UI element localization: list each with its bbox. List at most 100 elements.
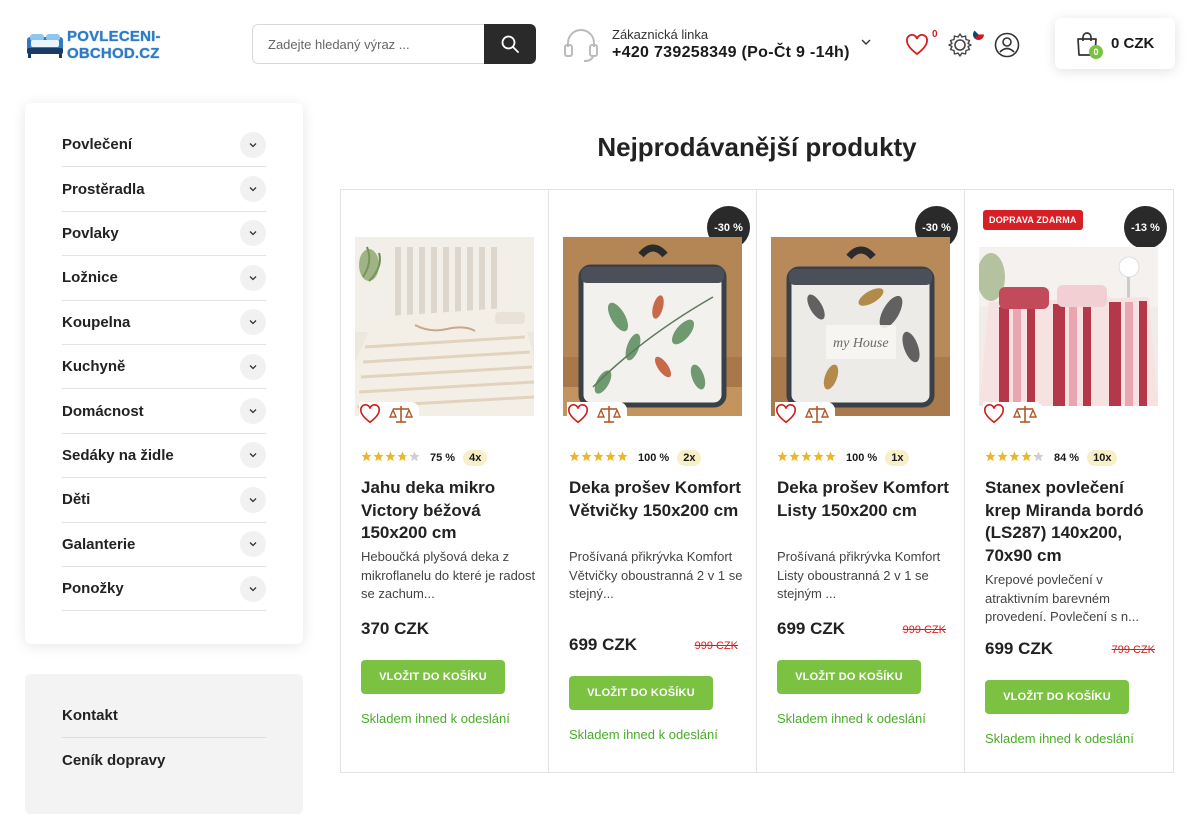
settings-button[interactable] xyxy=(946,31,974,59)
product-old-price: 799 CZK xyxy=(1111,644,1155,656)
chevron-down-icon[interactable] xyxy=(240,309,266,336)
product-actions xyxy=(567,402,627,428)
search-icon xyxy=(501,35,519,53)
cart-count-badge: 0 xyxy=(1089,45,1103,59)
star-icon xyxy=(569,451,580,465)
chevron-down-icon[interactable] xyxy=(240,531,266,558)
category-sidebar: Povlečení Prostěradla Povlaky Ložnice Koupel… xyxy=(25,103,303,644)
heart-icon[interactable] xyxy=(983,404,1005,424)
product-description: Heboučká plyšová deka z mikroflanelu do … xyxy=(361,549,536,601)
star-icon xyxy=(789,451,800,465)
sidebar-category-item[interactable]: Galanterie xyxy=(62,523,266,567)
product-name[interactable]: Deka prošev Komfort Větvičky 150x200 cm xyxy=(569,477,747,522)
add-to-cart-button[interactable]: VLOŽIT DO KOŠÍKU xyxy=(569,676,713,710)
chevron-down-icon[interactable] xyxy=(240,131,266,158)
product-image-beige-blanket[interactable] xyxy=(355,237,534,416)
chevron-down-icon[interactable] xyxy=(240,176,266,203)
rating-stars xyxy=(569,451,628,465)
star-icon xyxy=(581,451,592,465)
discount-badge: -13 % xyxy=(1124,206,1167,249)
compare-scales-icon[interactable] xyxy=(389,404,413,424)
stock-status: Skladem ihned k odeslání xyxy=(361,711,510,726)
product-rating: 100 % 1x xyxy=(777,450,910,466)
sidebar-category-item[interactable]: Děti xyxy=(62,478,266,523)
sidebar-category-label: Ponožky xyxy=(62,580,124,598)
chevron-down-icon[interactable] xyxy=(240,220,266,247)
sidebar-category-label: Prostěradla xyxy=(62,180,145,198)
sidebar-category-item[interactable]: Domácnost xyxy=(62,389,266,434)
link-cenik-dopravy[interactable]: Ceník dopravy xyxy=(62,738,266,782)
chevron-down-icon[interactable] xyxy=(240,353,266,380)
rating-stars xyxy=(777,451,836,465)
search-button[interactable] xyxy=(484,24,536,64)
add-to-cart-button[interactable]: VLOŽIT DO KOŠÍKU xyxy=(985,680,1129,714)
site-header: POVLECENI-OBCHOD.CZ Zákaznická linka +42… xyxy=(0,0,1200,90)
star-icon xyxy=(813,451,824,465)
sidebar-category-item[interactable]: Sedáky na židle xyxy=(62,434,266,479)
product-grid: 75 % 4x Jahu deka mikro Victory béžová 1… xyxy=(340,189,1174,773)
account-button[interactable] xyxy=(993,31,1021,59)
compare-scales-icon[interactable] xyxy=(597,404,621,424)
wishlist-button[interactable] xyxy=(904,32,930,58)
search-input[interactable] xyxy=(252,24,484,64)
product-name[interactable]: Jahu deka mikro Victory béžová 150x200 c… xyxy=(361,477,539,545)
product-price: 699 CZK xyxy=(569,635,638,654)
product-price: 370 CZK xyxy=(361,619,430,638)
product-image-bedding-miranda[interactable] xyxy=(979,247,1158,406)
search-bar xyxy=(252,24,536,64)
free-shipping-badge: DOPRAVA ZDARMA xyxy=(983,210,1083,230)
product-rating: 75 % 4x xyxy=(361,450,488,466)
czech-flag-icon[interactable] xyxy=(973,29,984,40)
bed-logo-icon xyxy=(25,31,65,59)
rating-percent: 75 % xyxy=(430,452,456,464)
chevron-down-icon[interactable] xyxy=(240,442,266,469)
star-icon xyxy=(373,451,384,465)
link-kontakt[interactable]: Kontakt xyxy=(62,694,266,739)
product-image-blanket-twigs[interactable] xyxy=(563,237,742,416)
site-logo[interactable]: POVLECENI-OBCHOD.CZ xyxy=(25,28,225,62)
hotline-label: Zákaznická linka xyxy=(612,26,709,42)
star-icon xyxy=(361,451,372,465)
product-description: Prošívaná přikrývka Komfort Větvičky obo… xyxy=(569,549,743,601)
product-actions xyxy=(983,402,1043,428)
heart-icon[interactable] xyxy=(359,404,381,424)
sidebar-category-item[interactable]: Kuchyně xyxy=(62,345,266,390)
product-card: -30 % 100 % 2x Deka prošev Komfort Větvi… xyxy=(549,190,757,772)
cart-total: 0 CZK xyxy=(1111,35,1155,52)
cart-button[interactable]: 0 0 CZK xyxy=(1055,18,1175,69)
chevron-down-icon[interactable] xyxy=(860,36,872,48)
star-icon xyxy=(801,451,812,465)
product-card: -30 % my House 100 % 1x Deka prošev Komf… xyxy=(757,190,965,772)
chevron-down-icon[interactable] xyxy=(240,398,266,425)
add-to-cart-button[interactable]: VLOŽIT DO KOŠÍKU xyxy=(777,660,921,694)
sidebar-category-item[interactable]: Povlečení xyxy=(62,123,266,168)
rating-stars xyxy=(985,451,1044,465)
sidebar-category-item[interactable]: Povlaky xyxy=(62,212,266,257)
product-name[interactable]: Stanex povlečení krep Miranda bordó (LS2… xyxy=(985,477,1163,567)
sidebar-category-label: Koupelna xyxy=(62,313,131,331)
sidebar-category-item[interactable]: Ložnice xyxy=(62,256,266,301)
product-image-blanket-leaves[interactable]: my House xyxy=(771,237,950,416)
heart-icon[interactable] xyxy=(775,404,797,424)
add-to-cart-button[interactable]: VLOŽIT DO KOŠÍKU xyxy=(361,660,505,694)
sidebar-category-item[interactable]: Koupelna xyxy=(62,301,266,345)
rating-percent: 84 % xyxy=(1054,452,1080,464)
star-icon xyxy=(617,451,628,465)
compare-scales-icon[interactable] xyxy=(1013,404,1037,424)
star-icon xyxy=(593,451,604,465)
settings-icon xyxy=(948,33,972,57)
chevron-down-icon[interactable] xyxy=(240,264,266,291)
chevron-down-icon[interactable] xyxy=(240,575,266,602)
product-name[interactable]: Deka prošev Komfort Listy 150x200 cm xyxy=(777,477,955,522)
sidebar-category-item[interactable]: Prostěradla xyxy=(62,167,266,212)
rating-count: 10x xyxy=(1087,450,1118,466)
chevron-down-icon[interactable] xyxy=(240,486,266,513)
star-icon xyxy=(1033,451,1044,465)
compare-scales-icon[interactable] xyxy=(805,404,829,424)
heart-icon[interactable] xyxy=(567,404,589,424)
customer-hotline[interactable]: Zákaznická linka +420 739258349 (Po-Čt 9… xyxy=(562,24,882,64)
sidebar-category-item[interactable]: Ponožky xyxy=(62,567,266,612)
product-card: 75 % 4x Jahu deka mikro Victory béžová 1… xyxy=(341,190,549,772)
headset-icon xyxy=(564,29,598,62)
product-rating: 84 % 10x xyxy=(985,450,1118,466)
